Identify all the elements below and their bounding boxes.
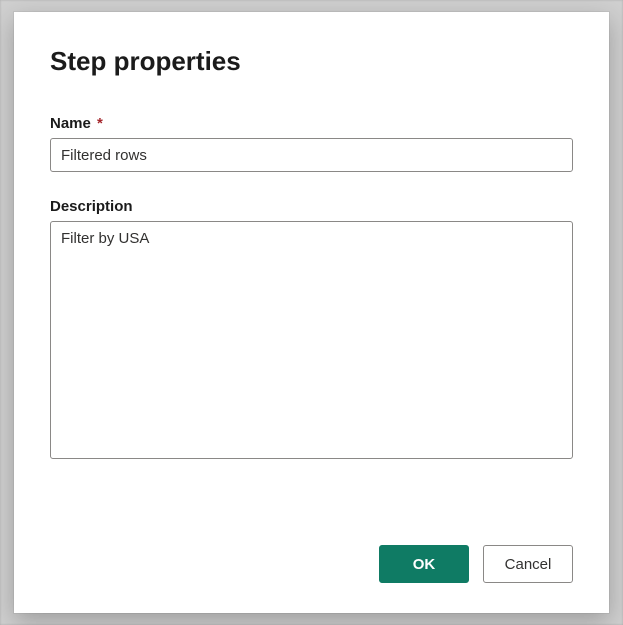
name-input[interactable] [50, 138, 573, 172]
required-indicator: * [97, 115, 103, 132]
description-input[interactable]: Filter by USA [50, 221, 573, 459]
name-label-text: Name [50, 115, 91, 132]
cancel-button[interactable]: Cancel [483, 545, 573, 583]
name-field-group: Name * [50, 115, 573, 172]
step-properties-dialog: Step properties Name * Description Filte… [14, 12, 609, 613]
name-label: Name * [50, 115, 573, 132]
description-label: Description [50, 198, 573, 215]
dialog-title: Step properties [50, 46, 573, 77]
description-field-group: Description Filter by USA [50, 198, 573, 464]
ok-button[interactable]: OK [379, 545, 469, 583]
dialog-button-row: OK Cancel [50, 545, 573, 583]
